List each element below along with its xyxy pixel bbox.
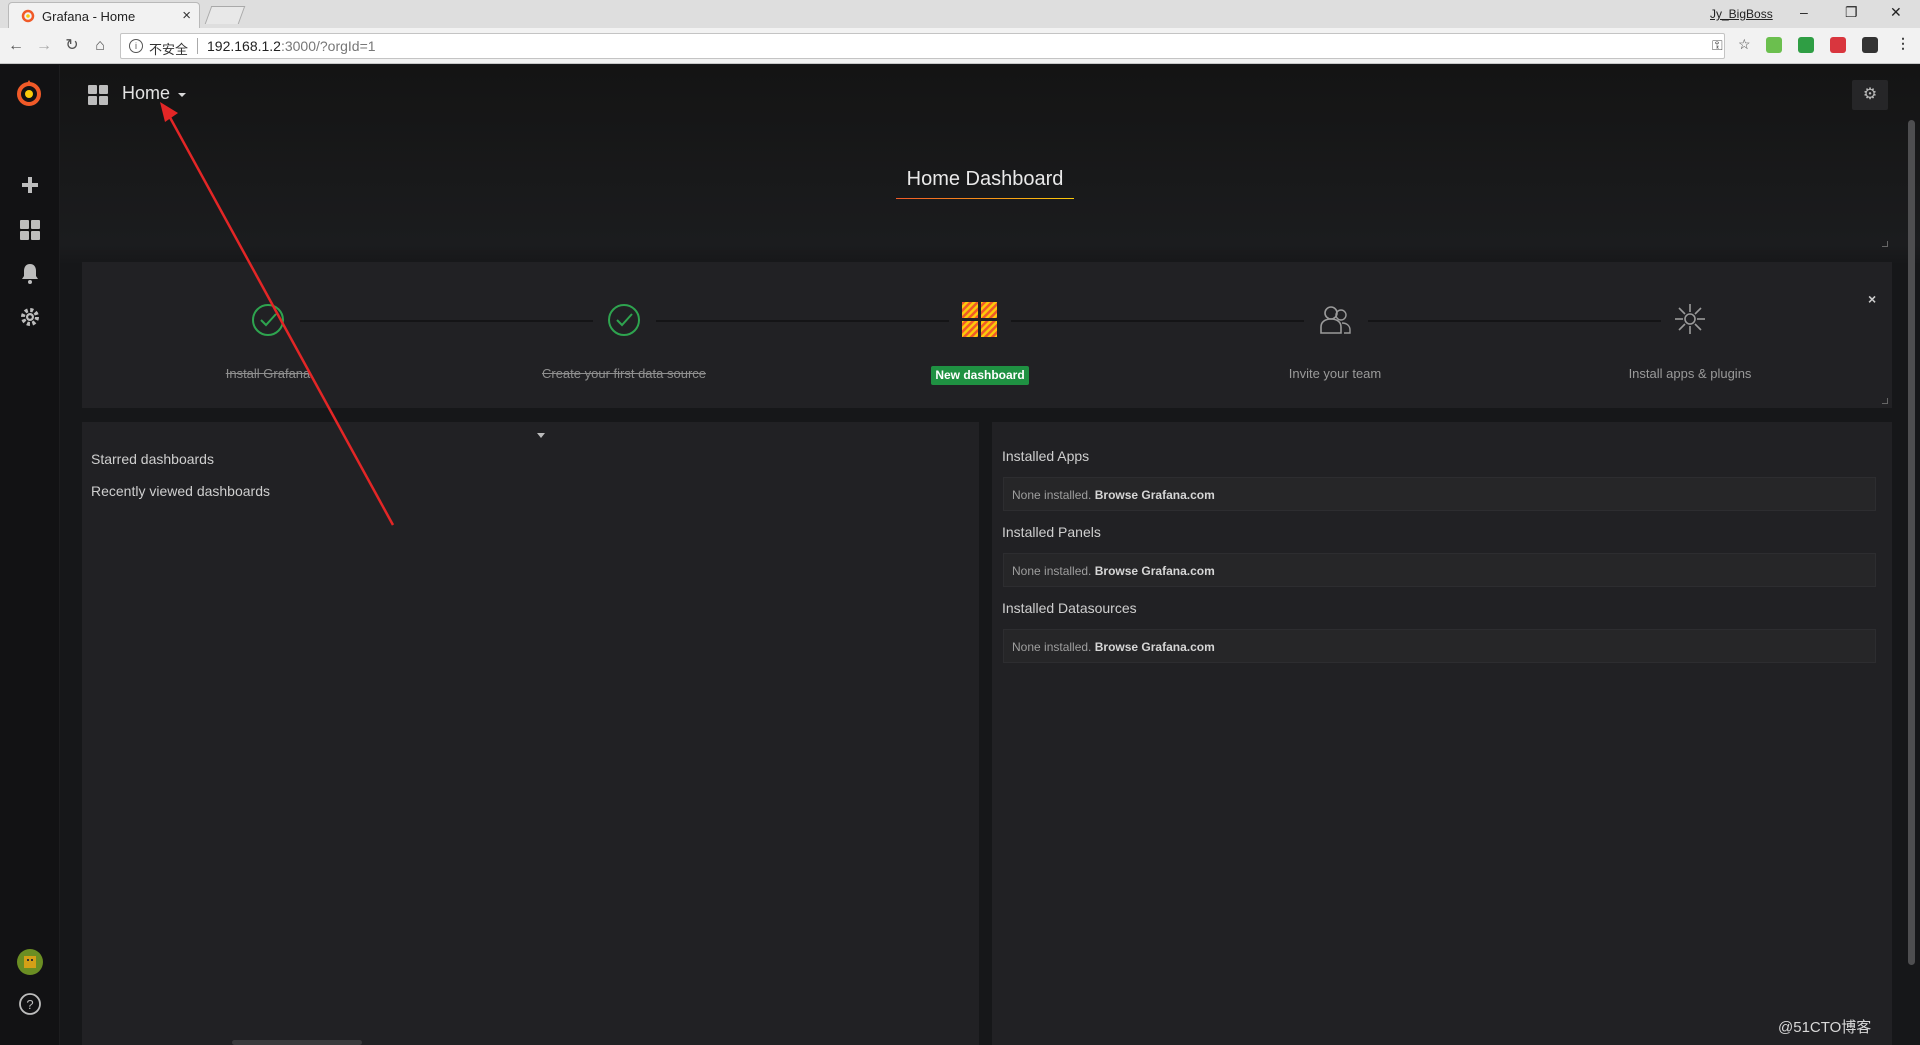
- site-info-icon[interactable]: i: [129, 39, 143, 53]
- forward-arrow-icon[interactable]: →: [34, 36, 54, 56]
- installed-apps-box: None installed. Browse Grafana.com: [1003, 477, 1876, 511]
- browse-grafana-link[interactable]: Browse Grafana.com: [1095, 488, 1215, 502]
- invite-team-icon[interactable]: [1318, 302, 1352, 336]
- browser-tab-strip: Grafana - Home × Jy_BigBoss – ❐ ✕: [0, 0, 1920, 28]
- home-dashboard-title: Home Dashboard: [906, 168, 1064, 190]
- dashboards-grid-icon[interactable]: [18, 218, 42, 242]
- installed-apps-heading: Installed Apps: [1002, 448, 1090, 464]
- vertical-scrollbar[interactable]: [1908, 120, 1915, 965]
- insecure-label: 不安全: [149, 42, 189, 57]
- navbar-title[interactable]: Home: [122, 83, 170, 104]
- browser-menu-icon[interactable]: ⋮: [1896, 35, 1910, 52]
- key-icon[interactable]: ⚿: [1712, 37, 1723, 54]
- step-invite-team[interactable]: Invite your team: [1289, 366, 1382, 381]
- extension-icon-3[interactable]: [1830, 37, 1846, 53]
- window-restore-button[interactable]: ❐: [1845, 4, 1858, 21]
- gear-icon: ⚙: [1862, 86, 1878, 103]
- close-icon[interactable]: ×: [1868, 291, 1876, 307]
- browse-grafana-link[interactable]: Browse Grafana.com: [1095, 564, 1215, 578]
- check-circle-icon: [252, 304, 284, 336]
- browser-profile-name[interactable]: Jy_BigBoss: [1710, 7, 1773, 21]
- reload-icon[interactable]: ↻: [62, 36, 82, 56]
- title-underline: [896, 198, 1074, 199]
- progress-line: [1368, 320, 1661, 322]
- bookmark-star-icon[interactable]: ☆: [1738, 36, 1751, 53]
- back-arrow-icon[interactable]: ←: [6, 36, 26, 56]
- address-divider: [197, 38, 198, 54]
- step-install-grafana: Install Grafana: [225, 366, 311, 381]
- progress-line: [656, 320, 949, 322]
- url-path: :3000/?orgId=1: [280, 38, 376, 54]
- panel-resize-handle[interactable]: [1882, 241, 1888, 247]
- dashlist-panel: [82, 422, 979, 1045]
- svg-text:?: ?: [26, 997, 33, 1012]
- watermark-text: @51CTO博客: [1778, 1019, 1872, 1036]
- grafana-favicon-icon: [21, 9, 35, 23]
- user-avatar[interactable]: [16, 948, 44, 976]
- dashboard-settings-button[interactable]: ⚙: [1852, 80, 1888, 110]
- new-dashboard-icon[interactable]: [962, 302, 998, 338]
- installed-panels-box: None installed. Browse Grafana.com: [1003, 553, 1876, 587]
- none-installed-text: None installed.: [1012, 640, 1092, 654]
- plugin-list-panel: [992, 422, 1892, 1045]
- plugins-icon[interactable]: [1673, 302, 1707, 336]
- progress-line: [1011, 320, 1304, 322]
- plus-icon[interactable]: [18, 173, 42, 197]
- recent-dashboards-heading: Recently viewed dashboards: [91, 483, 270, 499]
- grafana-logo-icon[interactable]: [13, 77, 45, 109]
- new-dashboard-button[interactable]: New dashboard: [931, 366, 1029, 385]
- starred-dashboards-heading: Starred dashboards: [91, 451, 214, 467]
- horizontal-scrollbar[interactable]: [232, 1040, 362, 1045]
- browser-toolbar: ← → ↻ ⌂ i 不安全 192.168.1.2:3000/?orgId=1 …: [0, 28, 1920, 64]
- address-bar[interactable]: i 不安全 192.168.1.2:3000/?orgId=1: [120, 33, 1725, 59]
- home-icon[interactable]: ⌂: [90, 36, 110, 56]
- browse-grafana-link[interactable]: Browse Grafana.com: [1095, 640, 1215, 654]
- extension-shield-icon[interactable]: [1798, 37, 1814, 53]
- new-tab-button[interactable]: [204, 6, 246, 24]
- tab-title: Grafana - Home: [42, 9, 136, 24]
- panel-resize-handle[interactable]: [1882, 398, 1888, 404]
- gear-icon[interactable]: [18, 305, 42, 329]
- installed-datasources-heading: Installed Datasources: [1002, 600, 1137, 616]
- step-install-plugins[interactable]: Install apps & plugins: [1629, 366, 1752, 381]
- window-close-button[interactable]: ✕: [1890, 4, 1902, 21]
- bell-icon[interactable]: [18, 261, 42, 285]
- window-minimize-button[interactable]: –: [1800, 4, 1808, 20]
- none-installed-text: None installed.: [1012, 564, 1092, 578]
- dashboard-grid-icon: [88, 85, 108, 105]
- url-host: 192.168.1.2: [207, 38, 281, 54]
- check-circle-icon: [608, 304, 640, 336]
- installed-panels-heading: Installed Panels: [1002, 524, 1101, 540]
- chevron-down-icon: [178, 93, 186, 97]
- tab-close-icon[interactable]: ×: [182, 7, 191, 24]
- side-menu: ?: [0, 65, 60, 1045]
- help-icon[interactable]: ?: [18, 992, 42, 1016]
- progress-line: [300, 320, 593, 322]
- step-create-data-source: Create your first data source: [541, 366, 707, 381]
- none-installed-text: None installed.: [1012, 488, 1092, 502]
- extension-icon-4[interactable]: [1862, 37, 1878, 53]
- url-text: 192.168.1.2:3000/?orgId=1: [207, 38, 376, 54]
- panel-menu-caret-icon[interactable]: [537, 433, 545, 438]
- extension-icon-1[interactable]: [1766, 37, 1782, 53]
- browser-tab-grafana[interactable]: Grafana - Home ×: [8, 2, 200, 28]
- installed-datasources-box: None installed. Browse Grafana.com: [1003, 629, 1876, 663]
